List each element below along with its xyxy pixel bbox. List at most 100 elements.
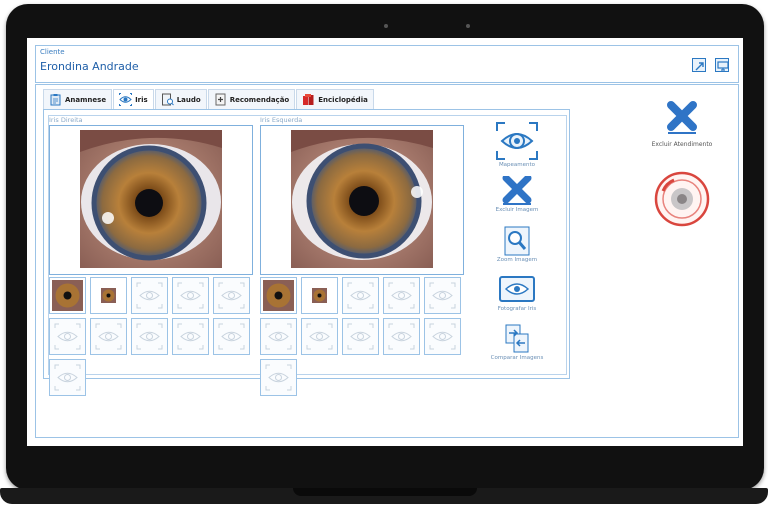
- report-icon: [161, 93, 174, 106]
- eye-placeholder-icon: [429, 282, 456, 309]
- clipboard-icon: [50, 94, 61, 106]
- client-header: Cliente Erondina Andrade: [35, 45, 739, 83]
- thumbnail-photo[interactable]: [49, 277, 86, 314]
- compare-icon: [505, 324, 529, 353]
- right-iris-viewer[interactable]: [49, 125, 253, 275]
- thumbnail-photo[interactable]: [301, 277, 338, 314]
- eye-placeholder-icon: [136, 282, 163, 309]
- eye-map-icon: [496, 122, 538, 160]
- tab-enciclopedia[interactable]: Enciclopédia: [296, 89, 374, 109]
- books-icon: [303, 94, 314, 105]
- empty-thumbnail[interactable]: [260, 318, 297, 355]
- empty-thumbnail[interactable]: [49, 318, 86, 355]
- app-window: Cliente Erondina Andrade Anamnese Iris L…: [27, 38, 743, 446]
- eye-placeholder-icon: [347, 323, 374, 350]
- laptop-notch: [293, 488, 477, 496]
- thumbnail-photo[interactable]: [90, 277, 127, 314]
- left-thumbnail-grid: [260, 277, 461, 396]
- empty-thumbnail[interactable]: [90, 318, 127, 355]
- empty-thumbnail[interactable]: [131, 277, 168, 314]
- comparar-imagens-button[interactable]: Comparar Imagens: [482, 324, 552, 361]
- empty-thumbnail[interactable]: [213, 318, 250, 355]
- client-name: Erondina Andrade: [40, 60, 139, 73]
- tab-label: Iris: [135, 95, 148, 104]
- camera-eye-icon: [499, 276, 535, 302]
- right-iris-label: Iris Direita: [49, 116, 83, 124]
- empty-thumbnail[interactable]: [301, 318, 338, 355]
- monitor-icon[interactable]: [715, 58, 729, 72]
- eye-placeholder-icon: [218, 282, 245, 309]
- eye-placeholder-icon: [54, 364, 81, 391]
- excluir-imagem-button[interactable]: Excluir Imagem: [482, 174, 552, 213]
- empty-thumbnail[interactable]: [383, 318, 420, 355]
- eye-placeholder-icon: [95, 323, 122, 350]
- empty-thumbnail[interactable]: [49, 359, 86, 396]
- tab-label: Recomendação: [229, 95, 290, 104]
- side-actions: Excluir Atendimento: [592, 89, 732, 389]
- iris-thumbnail: [101, 288, 116, 303]
- eye-placeholder-icon: [429, 323, 456, 350]
- thumbnail-photo[interactable]: [260, 277, 297, 314]
- left-iris-photo: [291, 130, 433, 268]
- eye-placeholder-icon: [136, 323, 163, 350]
- tab-anamnese[interactable]: Anamnese: [43, 89, 113, 109]
- left-iris-viewer[interactable]: [260, 125, 464, 275]
- iris-workspace: Iris Direita Iris Esquerda Mapeamento Ex…: [48, 115, 567, 396]
- eye-placeholder-icon: [177, 323, 204, 350]
- eye-placeholder-icon: [388, 323, 415, 350]
- iris-panel: Iris Direita Iris Esquerda Mapeamento Ex…: [43, 109, 570, 396]
- left-iris-label: Iris Esquerda: [260, 116, 303, 124]
- delete-x-icon: [502, 174, 532, 205]
- magnifier-icon: [504, 226, 530, 256]
- mapeamento-button[interactable]: Mapeamento: [482, 121, 552, 168]
- right-iris-photo: [80, 130, 222, 268]
- empty-thumbnail[interactable]: [260, 359, 297, 396]
- eye-placeholder-icon: [265, 364, 292, 391]
- empty-thumbnail[interactable]: [342, 277, 379, 314]
- tab-label: Anamnese: [65, 95, 107, 104]
- iris-thumbnail: [52, 280, 83, 311]
- tab-iris[interactable]: Iris: [113, 89, 154, 109]
- camera-dot: [384, 24, 388, 28]
- tool-label: Zoom Imagem: [496, 257, 538, 263]
- eye-placeholder-icon: [177, 282, 204, 309]
- tool-label: Excluir Imagem: [495, 207, 539, 213]
- tab-laudo[interactable]: Laudo: [154, 89, 207, 109]
- iris-seal-icon: [654, 171, 710, 227]
- empty-thumbnail[interactable]: [383, 277, 420, 314]
- empty-thumbnail[interactable]: [342, 318, 379, 355]
- iris-thumbnail: [312, 288, 327, 303]
- empty-thumbnail[interactable]: [213, 277, 250, 314]
- eye-placeholder-icon: [347, 282, 374, 309]
- main-panel: Anamnese Iris Laudo Recomendação Enciclo…: [35, 84, 739, 438]
- eye-placeholder-icon: [54, 323, 81, 350]
- prescription-icon: [215, 93, 226, 106]
- fotografar-iris-button[interactable]: Fotografar Iris: [482, 275, 552, 312]
- iris-thumbnail: [263, 280, 294, 311]
- iris-eye-icon: [119, 93, 133, 106]
- eye-placeholder-icon: [306, 323, 333, 350]
- sensor-dot: [466, 24, 470, 28]
- eye-placeholder-icon: [265, 323, 292, 350]
- delete-x-icon: [667, 101, 697, 134]
- eye-placeholder-icon: [218, 323, 245, 350]
- empty-thumbnail[interactable]: [172, 277, 209, 314]
- zoom-imagem-button[interactable]: Zoom Imagem: [482, 226, 552, 263]
- empty-thumbnail[interactable]: [131, 318, 168, 355]
- empty-thumbnail[interactable]: [424, 318, 461, 355]
- excluir-atendimento-button[interactable]: Excluir Atendimento: [632, 101, 732, 148]
- tab-bar: Anamnese Iris Laudo Recomendação Enciclo…: [43, 89, 375, 109]
- right-thumbnail-grid: [49, 277, 250, 396]
- eye-placeholder-icon: [388, 282, 415, 309]
- side-action-label: Excluir Atendimento: [651, 141, 713, 148]
- tab-label: Laudo: [176, 95, 201, 104]
- empty-thumbnail[interactable]: [424, 277, 461, 314]
- empty-thumbnail[interactable]: [172, 318, 209, 355]
- iris-seal-button[interactable]: [632, 171, 732, 231]
- tool-label: Mapeamento: [498, 162, 536, 168]
- tool-label: Fotografar Iris: [497, 306, 537, 312]
- client-label: Cliente: [40, 48, 65, 56]
- tab-recomendacao[interactable]: Recomendação: [207, 89, 296, 109]
- expand-window-icon[interactable]: [692, 58, 706, 72]
- content-pane: Anamnese Iris Laudo Recomendação Enciclo…: [43, 89, 587, 435]
